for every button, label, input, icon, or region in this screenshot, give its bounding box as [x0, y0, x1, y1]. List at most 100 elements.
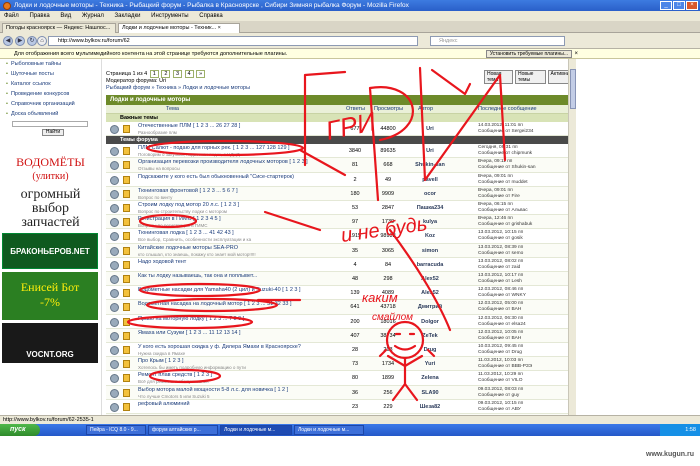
topic-last-post[interactable]: 10.03.2012, 09:45 пп Сообщение от Drug: [478, 344, 523, 356]
search-input[interactable]: Яндекс: [430, 36, 565, 46]
topic-last-post[interactable]: 14.03.2012, 11:01 пп Сообщение от Sergei2…: [478, 123, 533, 135]
topic-author[interactable]: Zelena: [408, 375, 452, 381]
topic-title-link[interactable]: Регистрация в ГИМС [ 1 2 3 4 5 ]: [138, 216, 328, 222]
install-plugins-button[interactable]: Установить требуемые плагины...: [485, 50, 572, 58]
topic-last-post[interactable]: 13.03.2012, 10:17 пп Сообщение от Lesh: [478, 273, 523, 285]
table-row[interactable]: Выбор мотора малой мощности 5-8 л.с. для…: [106, 385, 572, 400]
sidebar-item-jokes[interactable]: Шуточные посты: [0, 69, 101, 79]
topic-author[interactable]: Drug: [408, 347, 452, 353]
table-row[interactable]: Организация перевозки производителя лодо…: [106, 158, 572, 173]
topic-title-link[interactable]: Ямаха или Сузуки [ 1 2 3 ... 11 12 13 14…: [138, 330, 328, 336]
topic-title-link[interactable]: Организация перевозки производителя лодо…: [138, 159, 328, 165]
topic-author[interactable]: Dolgor: [408, 319, 452, 325]
topic-title-link[interactable]: Тюнинговая фронтовой [ 1 2 3 ... 5 6 7 ]: [138, 188, 328, 194]
tab-yandex[interactable]: Погоды красноярск — Яндекс: Нашлос...: [2, 23, 116, 33]
topic-title-link[interactable]: Как ты лодку называешь, так она и поплыв…: [138, 273, 328, 279]
topic-title-link[interactable]: Водометные насадки для Yamaha40 (2 цил) …: [138, 287, 328, 293]
table-row[interactable]: Ямаха или Сузуки [ 1 2 3 ... 11 12 13 14…: [106, 328, 572, 343]
task-boats-1[interactable]: Лодки и лодочные м...: [220, 425, 292, 435]
table-row[interactable]: Строим лодку под мотор 20 л.с. [ 1 2 3 ]…: [106, 201, 572, 216]
sidebar-search-button[interactable]: Найти: [42, 129, 64, 136]
menu-file[interactable]: Файл: [4, 13, 19, 19]
table-row[interactable]: Тюнинговая лодка [ 1 2 3 ... 41 42 43 ] В…: [106, 229, 572, 244]
table-row[interactable]: Про Крым [ 1 2 3 ] Хотелось бы иметь подр…: [106, 357, 572, 372]
minimize-button[interactable]: _: [660, 1, 672, 10]
sidebar-search-input[interactable]: [12, 121, 88, 127]
table-row[interactable]: У кого есть хорошая скидка у ф. Дилера Я…: [106, 343, 572, 358]
topic-last-post[interactable]: 09.03.2012, 08:03 пп Сообщение от guy: [478, 387, 523, 399]
topic-last-post[interactable]: Вчера, 09:11 пп Сообщение от Shukin-san: [478, 159, 536, 171]
sidebar-item-contests[interactable]: Проведение конкурсов: [0, 89, 101, 99]
menu-history[interactable]: Журнал: [82, 13, 104, 19]
address-bar[interactable]: http://www.bylkov.ru/forum/62: [48, 36, 418, 46]
table-row[interactable]: Водометная насадка на лодочный мотор [ 1…: [106, 300, 572, 315]
topic-author[interactable]: kulya: [408, 219, 452, 225]
menu-help[interactable]: Справка: [199, 13, 223, 19]
topic-author[interactable]: Koz: [408, 233, 452, 239]
home-icon[interactable]: ⌂: [37, 36, 47, 46]
task-icq[interactable]: Пейра - ICQ 8.0 - 9...: [86, 425, 146, 435]
forward-arrow-icon[interactable]: ▶: [15, 36, 25, 46]
task-boats-2[interactable]: Лодки и лодочные м...: [294, 425, 364, 435]
topic-author[interactable]: simon: [408, 248, 452, 254]
topic-title-link[interactable]: Про Крым [ 1 2 3 ]: [138, 358, 328, 364]
sidebar-item-links[interactable]: Каталог ссылок: [0, 79, 101, 89]
topic-last-post[interactable]: 13.03.2012, 08:02 пп Сообщение от zaid: [478, 259, 523, 271]
table-row[interactable]: Отечественные ПЛМ [ 1 2 3 ... 26 27 28 ]…: [106, 122, 572, 137]
tab-forum[interactable]: Лодки и лодочные моторы - Техник... ×: [118, 23, 240, 33]
new-topics-button[interactable]: Новые темы: [515, 70, 546, 84]
topic-author[interactable]: Дмитрий: [408, 304, 452, 310]
topic-last-post[interactable]: Вчера, 09:01 пп Сообщение от muddet: [478, 174, 528, 186]
topic-title-link[interactable]: Право на моторную лодку [ 1 2 3 ... 7 8 …: [138, 316, 328, 322]
table-row[interactable]: Тюнинговая фронтовой [ 1 2 3 ... 5 6 7 ]…: [106, 186, 572, 201]
topic-title-link[interactable]: Отечественные ПЛМ [ 1 2 3 ... 26 27 28 ]: [138, 123, 328, 129]
topic-author[interactable]: ZeTek: [408, 333, 452, 339]
menu-bookmarks[interactable]: Закладки: [115, 13, 141, 19]
menu-edit[interactable]: Правка: [29, 13, 49, 19]
topic-author[interactable]: Пашка234: [408, 205, 452, 211]
topic-last-post[interactable]: 11.03.2012, 10:29 пп Сообщение от VILO: [478, 372, 523, 384]
topic-last-post[interactable]: 12.03.2012, 06:30 пп Сообщение от elsa24: [478, 316, 526, 328]
sidebar-item-tips[interactable]: Рыболовные тайны: [0, 59, 101, 69]
topic-last-post[interactable]: Сегодня, 09:31 пп Сообщение от chipmunk: [478, 145, 532, 157]
topic-author[interactable]: Alex52: [408, 290, 452, 296]
maximize-button[interactable]: □: [673, 1, 685, 10]
topic-title-link[interactable]: У кого есть хорошая скидка у ф. Дилера Я…: [138, 344, 328, 350]
table-row[interactable]: Ремонт плав средств [ 1 2 3 ] Всё для рем…: [106, 371, 572, 386]
back-arrow-icon[interactable]: ◀: [3, 36, 13, 46]
topic-last-post[interactable]: 12.03.2012, 05:00 пп Сообщение от ВАН: [478, 301, 523, 313]
table-row[interactable]: ПЛМ Салют - подаю для горных рек. [ 1 2 …: [106, 144, 572, 159]
topic-last-post[interactable]: 11.03.2012, 10:03 пп Сообщение от ВВВ-РЗЭ: [478, 358, 532, 370]
table-row[interactable]: рефовый алюминий 23 229 Шеза82 09.03.2012, 1…: [106, 399, 572, 414]
table-row[interactable]: Как ты лодку называешь, так она и поплыв…: [106, 272, 572, 287]
table-row[interactable]: Китайские лодочные моторы SEA-PRO кто слы…: [106, 243, 572, 258]
table-row[interactable]: Право на моторную лодку [ 1 2 3 ... 7 8 …: [106, 314, 572, 329]
reload-icon[interactable]: ↻: [27, 36, 37, 46]
topic-last-post[interactable]: Вчера, 06:15 пп Сообщение от Альвас: [478, 202, 528, 214]
close-button[interactable]: ×: [686, 1, 698, 10]
topic-author[interactable]: Шеза82: [408, 404, 452, 410]
topic-last-post[interactable]: 09.03.2012, 10:15 пп Сообщение от АВУ: [478, 401, 523, 413]
topic-title-link[interactable]: Тюнинговая лодка [ 1 2 3 ... 41 42 43 ]: [138, 230, 328, 236]
topic-title-link[interactable]: рефовый алюминий: [138, 401, 328, 407]
table-row[interactable]: Водометные насадки для Yamaha40 (2 цил) …: [106, 286, 572, 301]
col-last-post[interactable]: Последнее сообщение: [478, 105, 537, 114]
table-row[interactable]: Регистрация в ГИМС [ 1 2 3 4 5 ] Вопросы …: [106, 215, 572, 230]
topic-author[interactable]: Uri: [408, 126, 452, 132]
topic-title-link[interactable]: ПЛМ Салют - подаю для горных рек. [ 1 2 …: [138, 145, 328, 151]
ad-enisey-bot[interactable]: Енисей Бот -7%: [2, 272, 98, 320]
topic-title-link[interactable]: Выбор мотора малой мощности 5-8 л.с. для…: [138, 387, 328, 393]
col-replies[interactable]: Ответы: [346, 105, 365, 114]
col-views[interactable]: Просмотры: [374, 105, 403, 114]
ad-vodomety[interactable]: ВОДОМЁТЫ (улитки) огромный выбор запчаст…: [0, 156, 101, 230]
sidebar-item-directory[interactable]: Справочник организаций: [0, 99, 101, 109]
topic-last-post[interactable]: 12.03.2012, 10:05 пп Сообщение от ВАН: [478, 330, 523, 342]
col-topic[interactable]: Тема: [166, 105, 179, 114]
new-topic-button[interactable]: Новая тема: [484, 70, 514, 84]
ad-vocnt[interactable]: VOCNT.ORG: [2, 323, 98, 363]
sidebar-item-ads[interactable]: Доска объявлений: [0, 109, 101, 119]
topic-title-link[interactable]: Подскажите у кого есть был обыкновенный …: [138, 174, 328, 180]
page-scrollbar[interactable]: [568, 59, 576, 415]
topic-last-post[interactable]: Вчера, 09:01 пп Сообщение от Fire: [478, 188, 520, 200]
infobar-close-icon[interactable]: ×: [574, 50, 578, 58]
